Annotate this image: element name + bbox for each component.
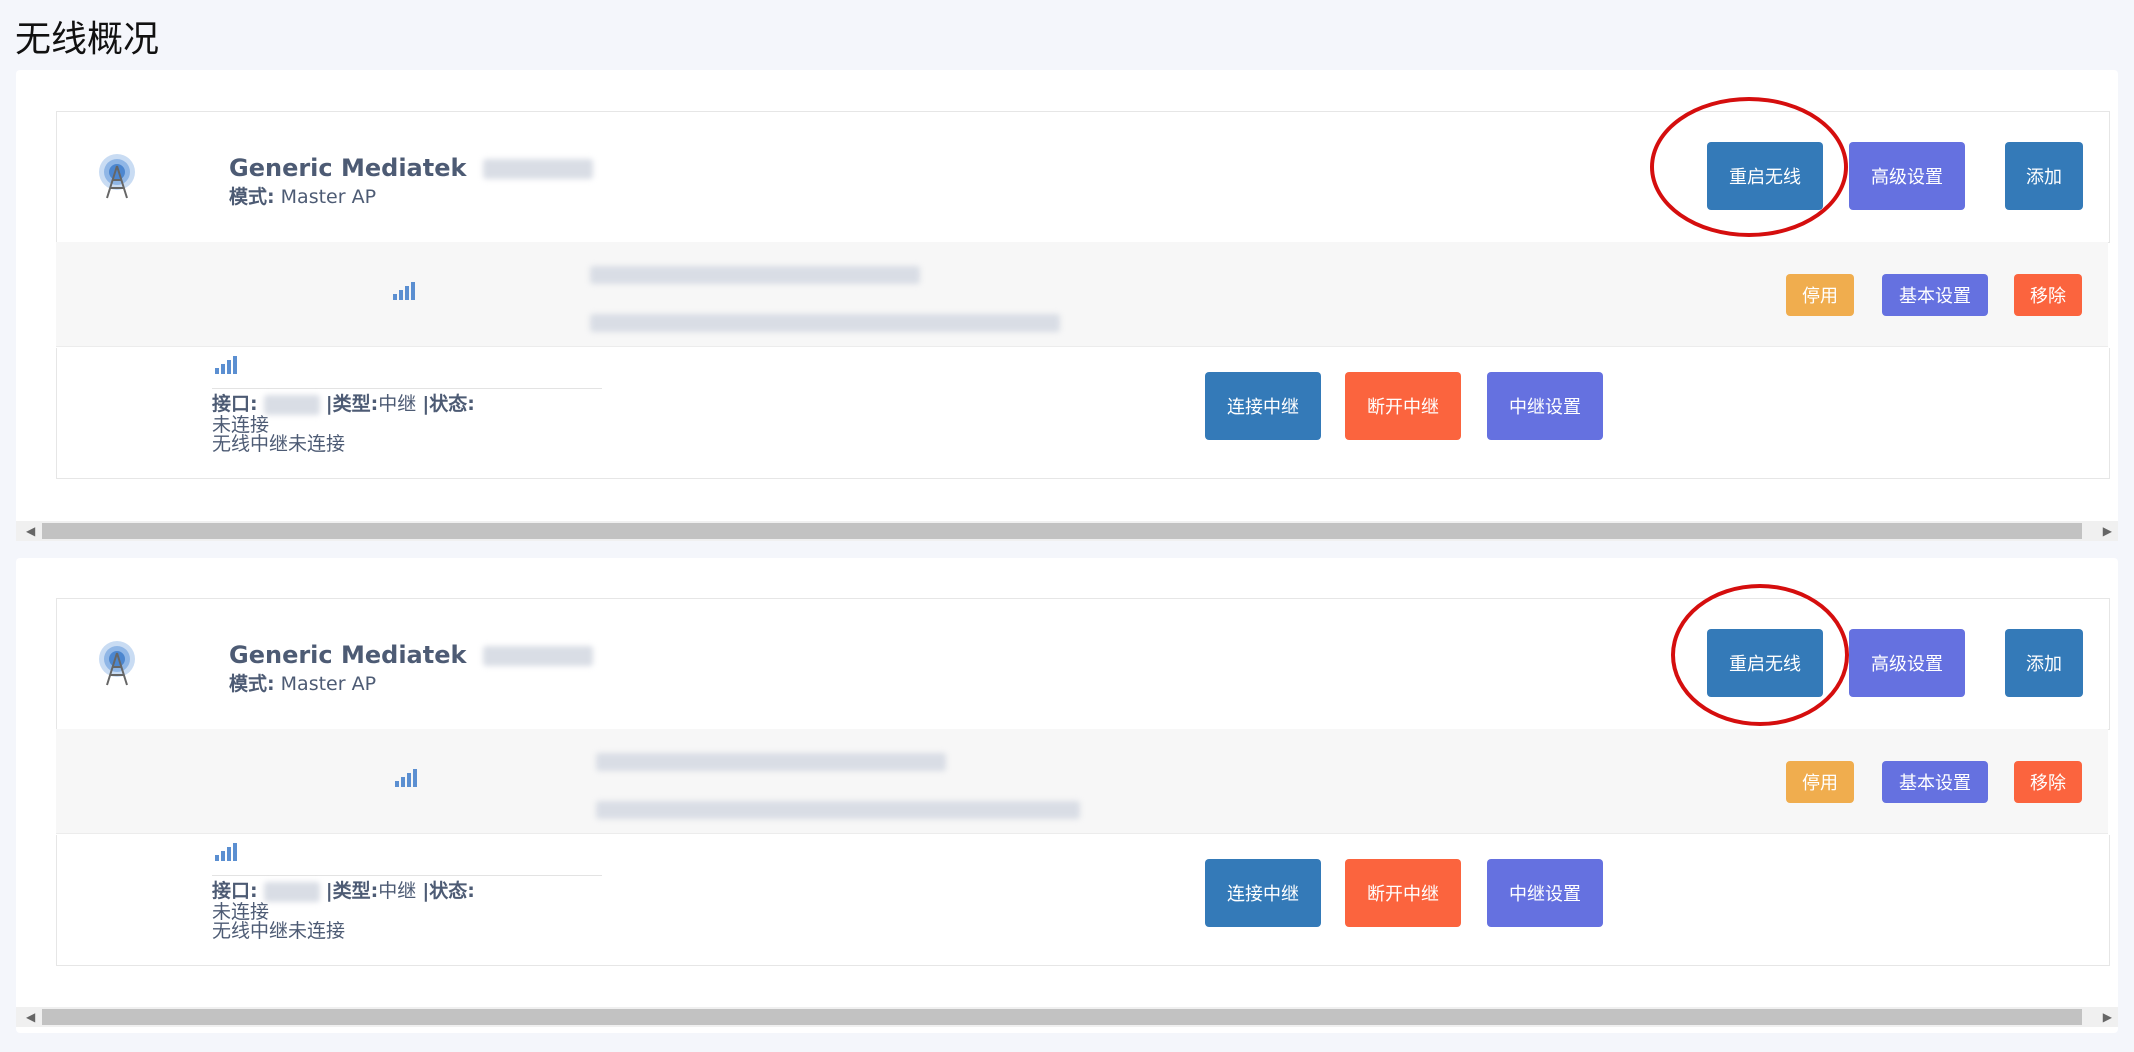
advanced-settings-button[interactable]: 高级设置 (1849, 142, 1965, 210)
basic-settings-button[interactable]: 基本设置 (1882, 274, 1988, 316)
restart-wireless-button[interactable]: 重启无线 (1707, 629, 1823, 697)
wireless-tower-icon (99, 154, 135, 199)
wireless-device-panel: Generic Mediatek 模式: Master AP 重启无线 高级设置… (16, 70, 2118, 540)
device-header-row: Generic Mediatek 模式: Master AP 重启无线 高级设置… (56, 598, 2110, 730)
redacted-ssid-detail (590, 314, 1060, 332)
redacted-ssid-info (590, 266, 920, 284)
wireless-device-panel: Generic Mediatek 模式: Master AP 重启无线 高级设置… (16, 558, 2118, 1033)
scrollbar-thumb[interactable] (42, 1009, 2082, 1025)
restart-wireless-button[interactable]: 重启无线 (1707, 142, 1823, 210)
repeater-settings-button[interactable]: 中继设置 (1487, 372, 1603, 440)
device-name: Generic Mediatek (229, 154, 593, 182)
redacted-interface (263, 881, 320, 902)
device-mode: 模式: Master AP (229, 186, 377, 208)
disconnect-repeater-button[interactable]: 断开中继 (1345, 859, 1461, 927)
redacted-device-id (482, 159, 593, 179)
repeater-info: 接口: |类型:中继 |状态:未连接 无线中继未连接 (212, 875, 602, 941)
repeater-settings-button[interactable]: 中继设置 (1487, 859, 1603, 927)
redacted-ssid-detail (596, 801, 1080, 819)
disable-button[interactable]: 停用 (1786, 761, 1854, 803)
signal-bars-icon (215, 843, 237, 861)
connect-repeater-button[interactable]: 连接中继 (1205, 372, 1321, 440)
repeater-row: 接口: |类型:中继 |状态:未连接 无线中继未连接 连接中继 断开中继 中继设置 (56, 348, 2110, 479)
horizontal-scrollbar[interactable]: ◀ ▶ (16, 1007, 2118, 1027)
scroll-right-arrow-icon[interactable]: ▶ (2103, 525, 2112, 537)
page-title: 无线概况 (15, 19, 160, 60)
add-button[interactable]: 添加 (2005, 629, 2083, 697)
remove-button[interactable]: 移除 (2014, 274, 2082, 316)
redacted-device-id (482, 646, 593, 666)
redacted-interface (263, 394, 320, 415)
scroll-right-arrow-icon[interactable]: ▶ (2103, 1011, 2112, 1023)
signal-bars-icon (393, 282, 415, 300)
device-mode: 模式: Master AP (229, 673, 377, 695)
scroll-left-arrow-icon[interactable]: ◀ (26, 1011, 35, 1023)
remove-button[interactable]: 移除 (2014, 761, 2082, 803)
wireless-tower-icon (99, 641, 135, 686)
advanced-settings-button[interactable]: 高级设置 (1849, 629, 1965, 697)
basic-settings-button[interactable]: 基本设置 (1882, 761, 1988, 803)
device-name: Generic Mediatek (229, 641, 593, 669)
signal-bars-icon (395, 769, 417, 787)
redacted-ssid-info (596, 753, 946, 771)
connect-repeater-button[interactable]: 连接中继 (1205, 859, 1321, 927)
horizontal-scrollbar[interactable]: ◀ ▶ (16, 521, 2118, 541)
repeater-info: 接口: |类型:中继 |状态:未连接 无线中继未连接 (212, 388, 602, 454)
device-header-row: Generic Mediatek 模式: Master AP 重启无线 高级设置… (56, 111, 2110, 243)
ssid-row: 停用 基本设置 移除 (56, 729, 2108, 834)
disable-button[interactable]: 停用 (1786, 274, 1854, 316)
add-button[interactable]: 添加 (2005, 142, 2083, 210)
repeater-row: 接口: |类型:中继 |状态:未连接 无线中继未连接 连接中继 断开中继 中继设置 (56, 835, 2110, 966)
scroll-left-arrow-icon[interactable]: ◀ (26, 525, 35, 537)
disconnect-repeater-button[interactable]: 断开中继 (1345, 372, 1461, 440)
ssid-row: 停用 基本设置 移除 (56, 242, 2108, 347)
signal-bars-icon (215, 356, 237, 374)
scrollbar-thumb[interactable] (42, 523, 2082, 539)
